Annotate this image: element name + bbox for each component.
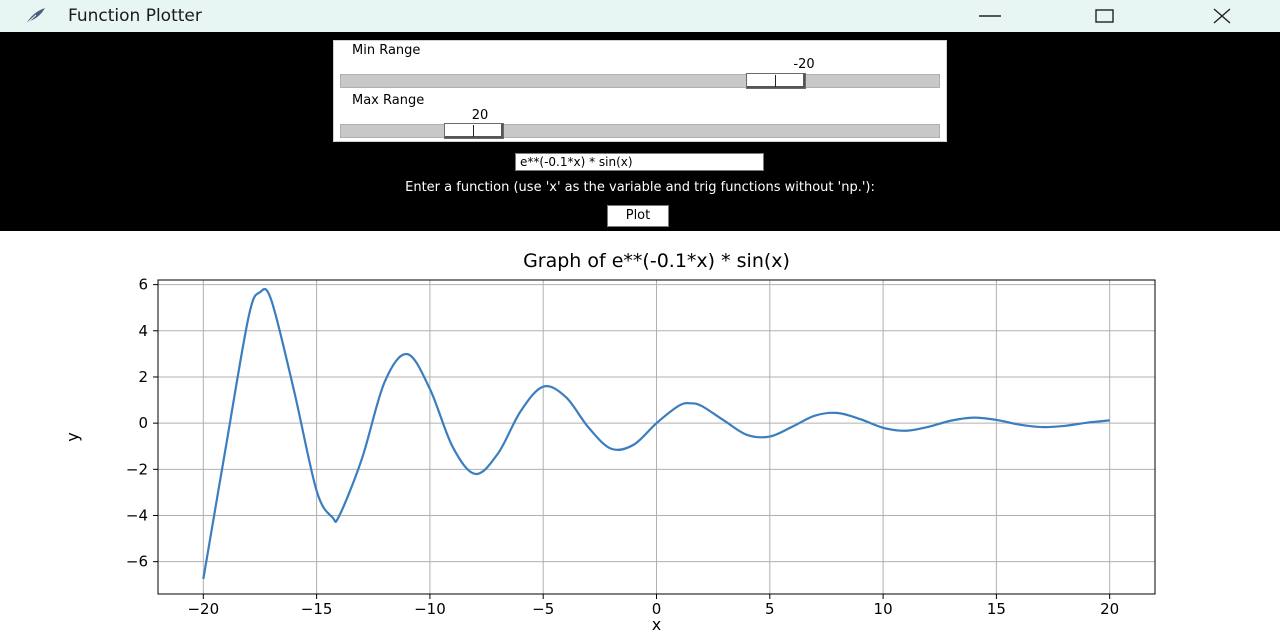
function-input[interactable]: e**(-0.1*x) * sin(x) xyxy=(515,153,764,171)
x-tick-label: 5 xyxy=(765,600,775,618)
y-tick-label: −4 xyxy=(126,507,148,525)
x-tick-label: −20 xyxy=(187,600,219,618)
x-axis-label: x xyxy=(652,615,661,634)
function-graph: Graph of e**(-0.1*x) * sin(x)−20 −15 −10 −5… xyxy=(63,250,1156,634)
y-axis-label: y xyxy=(63,432,82,441)
y-tick-label: 4 xyxy=(138,322,148,340)
y-tick-label: −6 xyxy=(126,553,148,571)
max-range-slider[interactable] xyxy=(443,123,504,139)
x-tick-label: 15 xyxy=(987,600,1006,618)
x-tick-label: 10 xyxy=(874,600,893,618)
min-range-scale[interactable] xyxy=(340,73,940,89)
y-tick-label: 2 xyxy=(138,368,148,386)
plot-area: Graph of e**(-0.1*x) * sin(x) −20 −15 −10 −5… xyxy=(0,232,1280,640)
minimize-icon xyxy=(979,15,1001,17)
min-range-value: -20 xyxy=(793,57,815,72)
function-hint: Enter a function (use 'x' as the variabl… xyxy=(405,180,875,195)
title-bar: Function Plotter xyxy=(0,0,1280,32)
y-tick-label: −2 xyxy=(126,460,148,478)
min-range-slider[interactable] xyxy=(746,73,806,89)
y-tick-label: 0 xyxy=(138,414,148,432)
maximize-icon xyxy=(1095,9,1114,23)
chart-title: Graph of e**(-0.1*x) * sin(x) xyxy=(523,250,790,272)
maximize-button[interactable] xyxy=(1076,0,1132,32)
minimize-button[interactable] xyxy=(961,0,1017,32)
window-title: Function Plotter xyxy=(68,6,202,26)
range-scales-panel: Min Range -20 Max Range 20 xyxy=(333,40,947,142)
x-tick-label: −10 xyxy=(414,600,446,618)
x-tick-label: −5 xyxy=(532,600,554,618)
plot-button[interactable]: Plot xyxy=(607,205,669,227)
max-range-label: Max Range xyxy=(352,93,425,108)
close-icon xyxy=(1213,8,1231,24)
max-range-scale[interactable] xyxy=(340,123,940,139)
x-tick-label: 20 xyxy=(1100,600,1119,618)
min-range-label: Min Range xyxy=(352,43,421,58)
max-range-value: 20 xyxy=(471,108,489,123)
y-tick-label: 6 xyxy=(138,276,148,294)
feather-icon xyxy=(25,8,45,25)
close-button[interactable] xyxy=(1193,0,1249,32)
x-tick-label: −15 xyxy=(301,600,333,618)
